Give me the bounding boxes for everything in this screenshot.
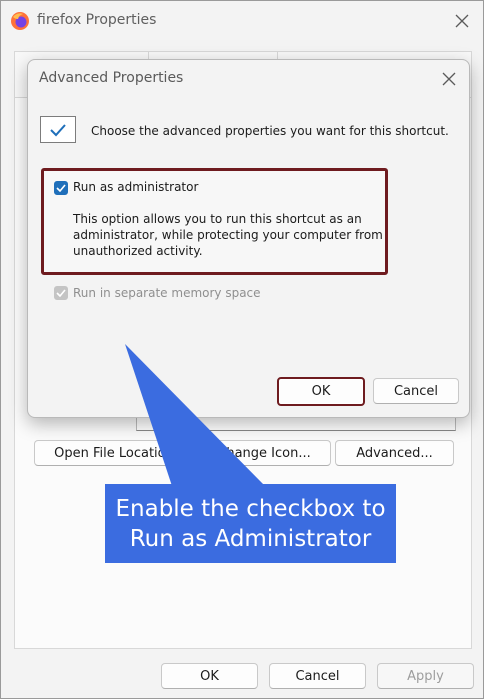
open-file-location-button[interactable]: Open File Location — [34, 440, 194, 466]
run-as-admin-description: This option allows you to run this short… — [73, 212, 383, 258]
advanced-button[interactable]: Advanced... — [335, 440, 454, 466]
dialog-ok-button[interactable]: OK — [277, 377, 365, 406]
close-icon[interactable] — [445, 5, 479, 37]
ok-button[interactable]: OK — [161, 663, 258, 689]
window-title: firefox Properties — [37, 12, 157, 28]
separate-memory-checkbox[interactable] — [54, 286, 68, 300]
title-bar: firefox Properties — [1, 1, 483, 41]
dialog-cancel-button[interactable]: Cancel — [373, 378, 459, 404]
shortcut-check-icon — [40, 116, 76, 143]
dialog-close-icon[interactable] — [432, 63, 466, 95]
firefox-icon — [10, 11, 30, 31]
annotation-line-1: Enable the checkbox to — [115, 495, 386, 522]
instruction-text: Choose the advanced properties you want … — [91, 124, 449, 138]
annotation-line-2: Run as Administrator — [129, 525, 372, 552]
dialog-title: Advanced Properties — [39, 70, 184, 86]
run-as-admin-checkbox[interactable] — [54, 181, 68, 195]
run-as-admin-label[interactable]: Run as administrator — [73, 180, 198, 194]
change-icon-button[interactable]: Change Icon... — [197, 440, 331, 466]
cancel-button[interactable]: Cancel — [269, 663, 366, 689]
annotation-callout: Enable the checkbox to Run as Administra… — [105, 484, 396, 563]
apply-button[interactable]: Apply — [377, 663, 474, 689]
separate-memory-label: Run in separate memory space — [73, 286, 261, 300]
advanced-properties-dialog: Advanced Properties Choose the advanced … — [27, 59, 470, 418]
